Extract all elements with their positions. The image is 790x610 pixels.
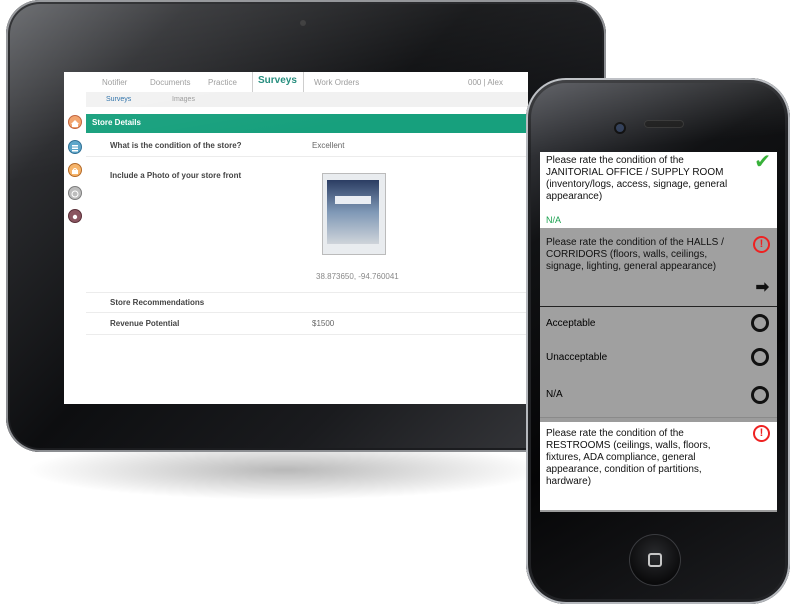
tablet-subtab-bar: Surveys Images: [86, 92, 528, 107]
phone-speaker: [644, 120, 684, 128]
checkmark-icon: ✔: [754, 152, 771, 173]
question-card[interactable]: Please rate the condition of the RESTROO…: [540, 422, 777, 510]
home-square-icon: [648, 553, 662, 567]
survey-row: Revenue Potential $1500: [86, 312, 528, 335]
survey-row: What is the condition of the store? Exce…: [86, 134, 528, 157]
subtab-images[interactable]: Images: [172, 96, 195, 103]
photo-coordinates: 38.873650, -94.760041: [316, 272, 399, 281]
section-header: Store Details: [86, 114, 528, 133]
phone-screen: Please rate the condition of the JANITOR…: [540, 152, 777, 512]
radio-button[interactable]: [751, 386, 769, 404]
option-label: N/A: [546, 389, 563, 400]
question-card[interactable]: Please rate the condition of the HALLS /…: [540, 228, 777, 306]
clock-icon[interactable]: [68, 186, 82, 200]
answer-text: N/A: [546, 215, 562, 225]
survey-question: Include a Photo of your store front: [110, 171, 242, 180]
section-title: Store Details: [92, 118, 141, 127]
tablet-tab-bar: Notifier Documents Practice Surveys Work…: [64, 72, 528, 92]
survey-question: What is the condition of the store?: [110, 141, 242, 150]
radio-button[interactable]: [751, 348, 769, 366]
list-icon[interactable]: [68, 140, 82, 154]
option-row[interactable]: Unacceptable: [540, 341, 777, 376]
survey-row: Include a Photo of your store front: [86, 156, 528, 293]
option-row[interactable]: N/A: [540, 375, 777, 418]
store-sign: [335, 196, 371, 204]
tablet-screen: Notifier Documents Practice Surveys Work…: [64, 72, 528, 404]
radio-button[interactable]: [751, 314, 769, 332]
store-photo[interactable]: [322, 173, 386, 255]
option-label: Acceptable: [546, 318, 596, 329]
subtab-surveys[interactable]: Surveys: [106, 96, 131, 103]
survey-question: Store Recommendations: [110, 298, 205, 307]
question-text: Please rate the condition of the RESTROO…: [546, 428, 711, 487]
question-text: Please rate the condition of the JANITOR…: [546, 155, 728, 202]
question-card[interactable]: Please rate the condition of the JANITOR…: [540, 152, 777, 228]
tab-notifier[interactable]: Notifier: [102, 78, 127, 87]
alert-icon: !: [753, 236, 770, 253]
survey-row: Store Recommendations: [86, 292, 528, 313]
store-photo-image: [327, 180, 379, 244]
tab-work-orders[interactable]: Work Orders: [314, 78, 359, 87]
bag-icon[interactable]: [68, 163, 82, 177]
user-menu[interactable]: 000 | Alex: [468, 78, 503, 87]
alert-icon: !: [753, 425, 770, 442]
tab-documents[interactable]: Documents: [150, 78, 190, 87]
tablet-camera: [300, 20, 306, 26]
survey-answer[interactable]: $1500: [312, 319, 334, 328]
tab-surveys[interactable]: Surveys: [258, 75, 297, 86]
question-text: Please rate the condition of the HALLS /…: [546, 237, 724, 272]
tab-practice[interactable]: Practice: [208, 78, 237, 87]
option-label: Unacceptable: [546, 352, 608, 363]
gear-icon[interactable]: [68, 209, 82, 223]
home-icon[interactable]: [68, 115, 82, 129]
phone-camera: [616, 124, 624, 132]
survey-answer[interactable]: Excellent: [312, 141, 344, 150]
survey-question: Revenue Potential: [110, 319, 180, 328]
option-row[interactable]: Acceptable: [540, 307, 777, 342]
arrow-right-icon[interactable]: ➡: [756, 280, 769, 296]
